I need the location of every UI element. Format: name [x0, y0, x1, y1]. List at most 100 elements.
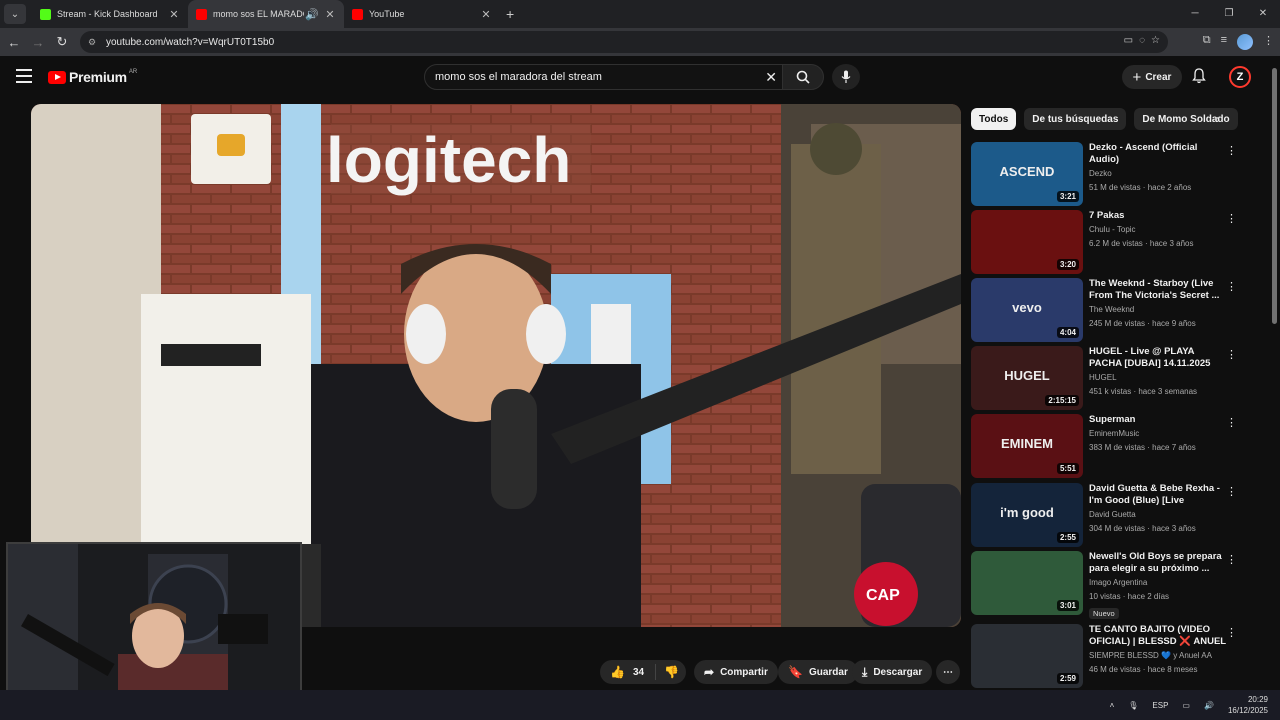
- eye-off-icon[interactable]: ◌: [1139, 35, 1145, 46]
- chevron-up-icon[interactable]: ˄: [1110, 701, 1115, 710]
- recommendation-item[interactable]: 3:20 7 Pakas Chulu - Topic 6.2 M de vistas …: [971, 210, 1251, 274]
- thumbs-up-icon: 👍: [610, 665, 625, 679]
- video-title[interactable]: David Guetta & Bebe Rexha - I'm Good (Bl…: [1089, 483, 1227, 507]
- chip-todos[interactable]: Todos: [971, 108, 1017, 130]
- video-title[interactable]: Newell's Old Boys se prepara para elegir…: [1089, 551, 1227, 575]
- video-thumbnail[interactable]: i'm good 2:55: [971, 483, 1083, 547]
- like-button[interactable]: 👍 34: [600, 664, 656, 680]
- tab-youtube-video[interactable]: momo sos EL MARADONA 🔊 ✕: [188, 0, 344, 28]
- tab-kick-dashboard[interactable]: Stream - Kick Dashboard ✕: [32, 0, 188, 28]
- thumbnail-text: i'm good: [1000, 505, 1054, 520]
- video-title[interactable]: HUGEL - Live @ PLAYA PACHA [DUBAI] 14.11…: [1089, 346, 1227, 370]
- notifications-bell-icon[interactable]: [1192, 68, 1206, 87]
- microphone-tray-icon[interactable]: 🎙: [1128, 701, 1138, 710]
- more-vertical-icon[interactable]: ⋮: [1226, 485, 1237, 498]
- recommendation-item[interactable]: 2:59 TE CANTO BAJITO (VIDEO OFICIAL) | BL…: [971, 624, 1251, 688]
- dislike-button[interactable]: 👎: [656, 665, 679, 679]
- video-thumbnail[interactable]: HUGEL 2:15:15: [971, 346, 1083, 410]
- channel-name[interactable]: Imago Argentina: [1089, 577, 1227, 589]
- speaker-icon[interactable]: 🔊: [304, 8, 320, 21]
- forward-icon[interactable]: →: [26, 35, 50, 50]
- channel-name[interactable]: Dezko: [1089, 168, 1227, 180]
- search-input[interactable]: momo sos el maradora del stream ✕: [424, 64, 786, 90]
- more-vertical-icon[interactable]: ⋮: [1226, 144, 1237, 157]
- restore-icon[interactable]: ❐: [1212, 0, 1246, 28]
- recommendation-item[interactable]: vevo 4:04 The Weeknd - Starboy (Live From …: [971, 278, 1251, 342]
- channel-name[interactable]: David Guetta: [1089, 509, 1227, 521]
- minimize-icon[interactable]: ─: [1178, 0, 1212, 28]
- bookmark-icon: 🔖: [788, 665, 803, 679]
- tab-youtube[interactable]: YouTube ✕: [344, 0, 500, 28]
- language-indicator[interactable]: ESP: [1152, 701, 1168, 710]
- network-icon[interactable]: ▭: [1182, 701, 1190, 710]
- close-tab-icon[interactable]: ✕: [478, 8, 494, 21]
- thumbnail-text: HUGEL: [1004, 368, 1050, 383]
- video-thumbnail[interactable]: vevo 4:04: [971, 278, 1083, 342]
- close-tab-icon[interactable]: ✕: [322, 8, 338, 21]
- video-title[interactable]: Superman: [1089, 414, 1227, 426]
- site-info-icon[interactable]: ⚙: [88, 37, 102, 48]
- chevron-right-icon[interactable]: ›: [1216, 112, 1220, 126]
- create-button[interactable]: + Crear: [1122, 65, 1182, 89]
- video-stats: 451 k vistas · hace 3 semanas: [1089, 387, 1198, 396]
- chip-from-searches[interactable]: De tus búsquedas: [1024, 108, 1127, 130]
- recommendation-item[interactable]: 3:01 Newell's Old Boys se prepara para el…: [971, 551, 1251, 619]
- more-vertical-icon[interactable]: ⋮: [1226, 212, 1237, 225]
- channel-name[interactable]: The Weeknd: [1089, 304, 1227, 316]
- duration-badge: 3:21: [1056, 191, 1079, 202]
- more-vertical-icon[interactable]: ⋮: [1226, 416, 1237, 429]
- tab-search-button[interactable]: ⌄: [4, 4, 26, 24]
- channel-name[interactable]: Chulu - Topic: [1089, 224, 1227, 236]
- video-title[interactable]: The Weeknd - Starboy (Live From The Vict…: [1089, 278, 1227, 302]
- recommendation-item[interactable]: EMINEM 5:51 Superman EminemMusic 383 M de vi…: [971, 414, 1251, 478]
- share-button[interactable]: ➦ Compartir: [694, 660, 778, 684]
- channel-name[interactable]: SIEMPRE BLESSD 💙 y Anuel AA: [1089, 650, 1227, 662]
- video-title[interactable]: TE CANTO BAJITO (VIDEO OFICIAL) | BLESSD…: [1089, 624, 1227, 648]
- channel-name[interactable]: HUGEL: [1089, 372, 1227, 384]
- reload-icon[interactable]: ↻: [50, 34, 74, 50]
- back-icon[interactable]: ←: [2, 35, 26, 50]
- video-stats: 6.2 M de vistas · hace 3 años: [1089, 239, 1194, 248]
- video-thumbnail[interactable]: EMINEM 5:51: [971, 414, 1083, 478]
- more-vertical-icon[interactable]: ⋮: [1226, 553, 1237, 566]
- video-thumbnail[interactable]: ASCEND 3:21: [971, 142, 1083, 206]
- recommendation-item[interactable]: i'm good 2:55 David Guetta & Bebe Rexha - …: [971, 483, 1251, 547]
- new-tab-button[interactable]: +: [506, 6, 514, 22]
- close-tab-icon[interactable]: ✕: [166, 8, 182, 21]
- search-button[interactable]: [782, 64, 824, 90]
- download-button[interactable]: ⤓ Descargar: [852, 660, 933, 684]
- video-thumbnail[interactable]: 3:01: [971, 551, 1083, 615]
- browser-menu-icon[interactable]: ⋮: [1263, 34, 1274, 50]
- like-dislike-group: 👍 34 👎: [600, 660, 686, 684]
- youtube-favicon-icon: [352, 8, 363, 20]
- recommendation-item[interactable]: HUGEL 2:15:15 HUGEL - Live @ PLAYA PACHA […: [971, 346, 1251, 410]
- chip-momo-soldado[interactable]: De Momo Soldado: [1134, 108, 1238, 130]
- menu-icon[interactable]: [16, 69, 32, 83]
- bookmark-star-icon[interactable]: ☆: [1151, 35, 1160, 46]
- video-title[interactable]: Dezko - Ascend (Official Audio): [1089, 142, 1227, 166]
- extensions-icon[interactable]: ⧉: [1203, 34, 1211, 50]
- address-bar[interactable]: ⚙ youtube.com/watch?v=WqrUT0T15b0 ▭ ◌ ☆: [80, 31, 1168, 53]
- video-thumbnail[interactable]: 2:59: [971, 624, 1083, 688]
- clock[interactable]: 20:29 16/12/2025: [1228, 694, 1268, 716]
- youtube-logo[interactable]: Premium AR: [48, 69, 137, 85]
- account-avatar[interactable]: Z: [1229, 66, 1251, 88]
- more-vertical-icon[interactable]: ⋮: [1226, 348, 1237, 361]
- cast-icon[interactable]: ▭: [1124, 35, 1133, 46]
- more-vertical-icon[interactable]: ⋮: [1226, 280, 1237, 293]
- volume-icon[interactable]: 🔊: [1204, 701, 1214, 710]
- channel-name[interactable]: EminemMusic: [1089, 428, 1227, 440]
- profile-avatar[interactable]: [1237, 34, 1253, 50]
- search-value: momo sos el maradora del stream: [435, 71, 602, 83]
- page-scrollbar[interactable]: [1272, 68, 1277, 324]
- clear-search-icon[interactable]: ✕: [765, 69, 777, 86]
- save-button[interactable]: 🔖 Guardar: [778, 660, 858, 684]
- reading-list-icon[interactable]: ≡: [1221, 34, 1227, 50]
- video-title[interactable]: 7 Pakas: [1089, 210, 1227, 222]
- more-actions-button[interactable]: ⋯: [936, 660, 960, 684]
- close-window-icon[interactable]: ✕: [1246, 0, 1280, 28]
- recommendation-item[interactable]: ASCEND 3:21 Dezko - Ascend (Official Audio…: [971, 142, 1251, 206]
- voice-search-button[interactable]: [832, 64, 860, 90]
- video-thumbnail[interactable]: 3:20: [971, 210, 1083, 274]
- more-vertical-icon[interactable]: ⋮: [1226, 626, 1237, 639]
